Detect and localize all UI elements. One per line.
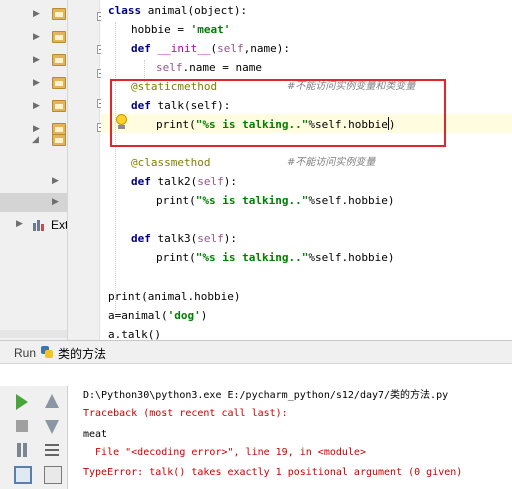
tree-folder-row-open[interactable]: ◢ — [0, 131, 67, 150]
self-keyword: self — [197, 232, 224, 245]
tree-folder-row[interactable]: ▶ — [0, 5, 67, 24]
clear-all-icon[interactable] — [42, 464, 62, 484]
expand-arrow-icon[interactable]: ▶ — [33, 9, 40, 19]
code-line: self.name = name — [156, 58, 262, 77]
restore-layout-icon[interactable] — [12, 464, 32, 484]
run-tab-title[interactable]: Run — [14, 346, 36, 360]
code-line: a.talk() — [108, 325, 161, 340]
code-comment: #不能访问实例变量 — [287, 157, 376, 168]
tree-item-row[interactable]: ▶ — [0, 172, 67, 191]
code-text: print( — [156, 194, 196, 207]
expand-arrow-icon[interactable]: ▶ — [33, 78, 40, 88]
self-keyword: self — [217, 42, 244, 55]
code-text: ) — [200, 309, 208, 322]
rerun-icon[interactable] — [12, 392, 32, 412]
expand-arrow-icon[interactable]: ▶ — [52, 176, 59, 186]
code-line: def __init__(self,name): — [131, 39, 290, 58]
keyword: def — [131, 42, 158, 55]
code-text: = — [170, 23, 191, 36]
run-panel-header: Run 类的方法 — [0, 340, 512, 364]
lightbulb-icon[interactable] — [115, 114, 128, 131]
console-line: Traceback (most recent call last): — [83, 408, 288, 419]
run-toolbar — [0, 386, 68, 489]
console-line: File "<decoding error>", line 19, in <mo… — [83, 447, 366, 458]
tree-folder-row[interactable]: ▶ — [0, 74, 67, 93]
tree-folder-row[interactable]: ▶ — [0, 97, 67, 116]
self-keyword: self — [197, 175, 224, 188]
string-literal: 'meat' — [190, 23, 231, 36]
code-line: print(animal.hobbie) — [108, 287, 240, 306]
code-line: class animal(object): — [108, 1, 247, 20]
expand-arrow-icon[interactable]: ▶ — [33, 32, 40, 42]
decorator: @classmethod — [131, 156, 211, 169]
code-text: %self.hobbie) — [308, 251, 395, 264]
string-literal: 'dog' — [167, 309, 201, 322]
folder-icon — [52, 54, 66, 66]
keyword: class — [108, 4, 148, 17]
code-editor[interactable]: class animal(object): hobbie = 'meat' de… — [101, 0, 512, 340]
self-keyword: self — [156, 61, 183, 74]
code-text: a.talk() — [108, 328, 161, 340]
library-icon — [33, 219, 46, 231]
code-line: print("%s is talking.."%self.hobbie) — [156, 248, 394, 267]
run-config-name[interactable]: 类的方法 — [58, 345, 106, 362]
code-text: print(animal.hobbie) — [108, 290, 241, 303]
run-console[interactable]: D:\Python30\python3.exe E:/pycharm_pytho… — [69, 386, 512, 489]
code-text: .name = name — [182, 61, 262, 74]
tree-horizontal-scrollbar[interactable] — [0, 330, 67, 338]
expand-arrow-icon[interactable]: ▶ — [52, 197, 59, 207]
code-text: hobbie — [131, 23, 171, 36]
collapse-arrow-icon[interactable]: ◢ — [32, 135, 39, 145]
code-text: %self.hobbie) — [308, 194, 395, 207]
tree-item-row-selected[interactable]: ▶ — [0, 193, 67, 212]
keyword: def — [131, 232, 158, 245]
magic-method: __init__ — [157, 42, 211, 55]
expand-arrow-icon[interactable]: ▶ — [33, 55, 40, 65]
scroll-up-icon[interactable] — [42, 392, 62, 412]
folder-icon — [52, 31, 66, 43]
folder-icon — [52, 134, 66, 146]
folder-icon — [52, 100, 66, 112]
editor-gutter — [68, 0, 100, 340]
external-libraries-item[interactable]: ▶ Ext — [0, 216, 68, 234]
code-line: def talk2(self): — [131, 172, 237, 191]
console-line: meat — [83, 429, 108, 440]
code-line: a=animal('dog') — [108, 306, 207, 325]
console-line: D:\Python30\python3.exe E:/pycharm_pytho… — [83, 390, 449, 401]
pause-icon[interactable] — [12, 440, 32, 460]
python-icon — [41, 346, 53, 358]
keyword: def — [131, 175, 158, 188]
tree-folder-row[interactable]: ▶ — [0, 28, 67, 47]
code-text: talk2( — [157, 175, 198, 188]
string-literal: "%s is talking.." — [195, 251, 309, 264]
code-text: a=animal( — [108, 309, 168, 322]
code-line: def talk3(self): — [131, 229, 237, 248]
stop-icon[interactable] — [12, 416, 32, 436]
code-text: ): — [223, 232, 237, 245]
expand-arrow-icon[interactable]: ▶ — [16, 219, 23, 229]
folder-icon — [52, 8, 66, 20]
soft-wrap-icon[interactable] — [42, 440, 62, 460]
external-libraries-label: Ext — [51, 218, 68, 232]
console-line: TypeError: talk() takes exactly 1 positi… — [83, 467, 463, 478]
indent-guide — [115, 22, 116, 312]
code-text: ): — [223, 175, 237, 188]
expand-arrow-icon[interactable]: ▶ — [33, 101, 40, 111]
string-literal: "%s is talking.." — [195, 194, 309, 207]
code-text: print( — [156, 251, 196, 264]
code-line: hobbie = 'meat' — [131, 20, 230, 39]
scroll-down-icon[interactable] — [42, 416, 62, 436]
code-line: @classmethod — [131, 153, 210, 172]
project-tree: ▶ ▶ ▶ ▶ ▶ ▶ ◢ ▶ ▶ ▶ Ext — [0, 0, 68, 340]
code-text: ,name): — [243, 42, 290, 55]
tree-folder-row[interactable]: ▶ — [0, 51, 67, 70]
code-text: talk3( — [157, 232, 198, 245]
code-line: print("%s is talking.."%self.hobbie) — [156, 191, 394, 210]
code-text: animal(object): — [147, 4, 248, 17]
folder-icon — [52, 77, 66, 89]
highlight-annotation-box — [110, 79, 446, 147]
